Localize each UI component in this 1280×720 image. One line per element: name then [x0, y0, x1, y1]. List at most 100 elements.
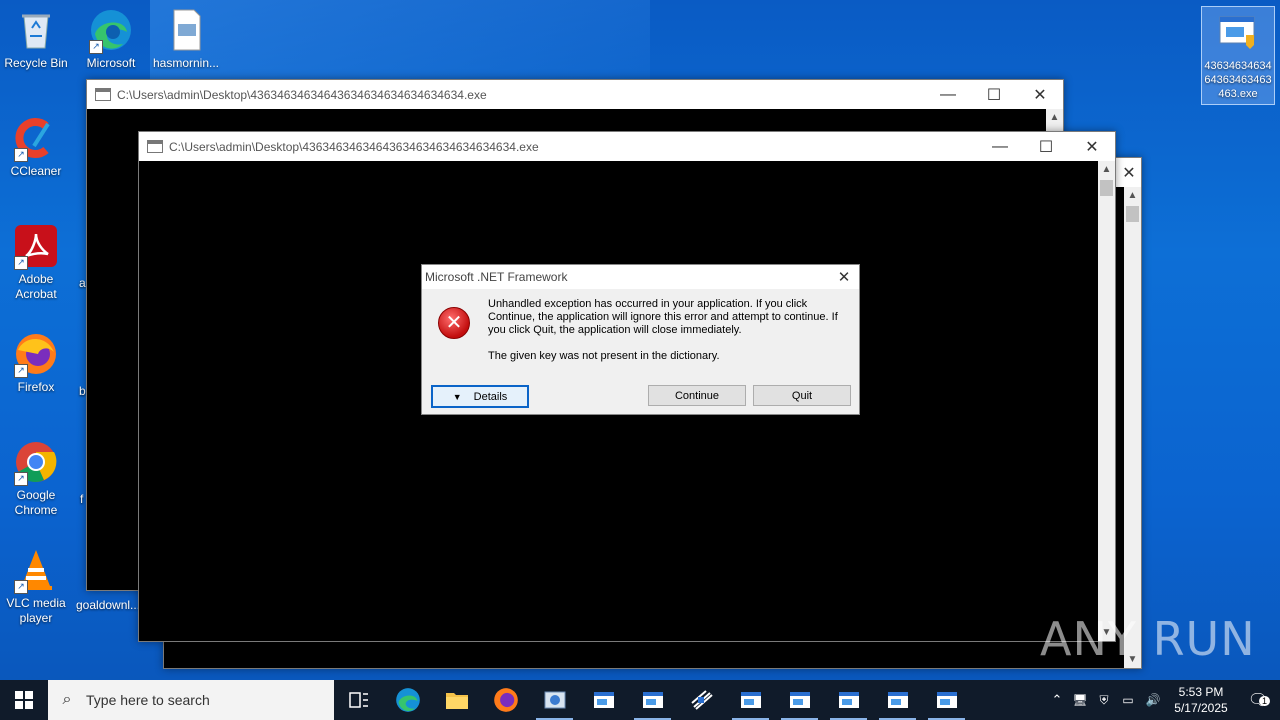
- taskbar-file-explorer[interactable]: [432, 680, 481, 720]
- taskbar-console-6[interactable]: [873, 680, 922, 720]
- shortcut-arrow-icon: ↗: [14, 364, 28, 378]
- details-button[interactable]: ▼ Details: [431, 385, 529, 408]
- dialog-message: Unhandled exception has occurred in your…: [488, 298, 838, 376]
- console-window-icon: [593, 692, 614, 708]
- exception-message: Unhandled exception has occurred in your…: [488, 298, 838, 336]
- shortcut-arrow-icon: ↗: [14, 256, 28, 270]
- vertical-scrollbar[interactable]: ▲ ▼: [1124, 187, 1141, 668]
- vertical-scrollbar[interactable]: ▲ ▼: [1098, 161, 1115, 641]
- file-icon: [164, 8, 208, 52]
- network-monitor-icon[interactable]: 🖥: [1068, 693, 1092, 707]
- taskbar-app-1[interactable]: [530, 680, 579, 720]
- partial-icon-label: b: [79, 384, 86, 398]
- desktop-icon-google-chrome[interactable]: ↗ Google Chrome: [0, 440, 72, 518]
- minimize-icon[interactable]: —: [977, 132, 1023, 161]
- window-titlebar[interactable]: C:\Users\admin\Desktop\43634634634643634…: [87, 80, 1063, 109]
- console-window-icon: [936, 692, 957, 708]
- console-icon: [95, 88, 111, 101]
- partial-icon-label: f: [80, 492, 84, 506]
- taskbar-console-2[interactable]: [628, 680, 677, 720]
- desktop-icon-ccleaner[interactable]: ↗ CCleaner: [0, 116, 72, 179]
- shortcut-arrow-icon: ↗: [14, 148, 28, 162]
- shortcut-arrow-icon: ↗: [89, 40, 103, 54]
- close-icon[interactable]: ✕: [1017, 80, 1063, 109]
- error-icon: ✕: [438, 307, 470, 339]
- taskbar-edge[interactable]: [383, 680, 432, 720]
- system-tray: ⌃ 🖥 ⛨ ▭ 🔊 5:53 PM 5/17/2025 🗨 1: [1046, 680, 1280, 720]
- desktop-icon-firefox[interactable]: ↗ Firefox: [0, 332, 72, 395]
- quit-button[interactable]: Quit: [753, 385, 851, 406]
- taskbar-app-2[interactable]: [677, 680, 726, 720]
- console-icon: [147, 140, 163, 153]
- vlc-icon: ↗: [14, 548, 58, 594]
- taskbar-console-5[interactable]: [824, 680, 873, 720]
- console-window-icon: [887, 692, 908, 708]
- network-icon[interactable]: ▭: [1116, 693, 1140, 707]
- edge-icon: [395, 688, 420, 712]
- start-button[interactable]: [0, 680, 48, 720]
- desktop-icon-exe-file[interactable]: 43634634634 64363463463 463.exe: [1201, 6, 1275, 105]
- recycle-bin-icon: [14, 8, 58, 52]
- security-icon[interactable]: ⛨: [1092, 693, 1116, 708]
- close-icon[interactable]: ✕: [1117, 158, 1141, 187]
- installer-icon: [544, 691, 565, 709]
- exe-file-icon: [1216, 11, 1260, 55]
- notification-count-badge: 1: [1258, 696, 1270, 706]
- taskbar: ⌕ Type here to search ⌃ 🖥 ⛨ ▭ 🔊 5:53 PM …: [0, 680, 1280, 720]
- vertical-scrollbar[interactable]: ▲: [1046, 109, 1063, 131]
- maximize-icon[interactable]: ☐: [1023, 132, 1069, 161]
- taskbar-search-box[interactable]: ⌕ Type here to search: [48, 680, 334, 720]
- clock-time: 5:53 PM: [1178, 685, 1224, 699]
- chrome-icon: ↗: [14, 440, 58, 486]
- desktop-icon-vlc[interactable]: ↗ VLC media player: [0, 548, 72, 626]
- scroll-up-icon[interactable]: ▲: [1124, 187, 1141, 204]
- dialog-titlebar[interactable]: Microsoft .NET Framework ✕: [422, 265, 859, 289]
- exception-detail: The given key was not present in the dic…: [488, 350, 720, 362]
- clock-date: 5/17/2025: [1174, 701, 1228, 715]
- taskbar-console-7[interactable]: [922, 680, 971, 720]
- desktop-icon-adobe-acrobat[interactable]: ↗ Adobe Acrobat: [0, 224, 72, 302]
- chevron-up-icon[interactable]: ⌃: [1046, 692, 1068, 708]
- taskbar-console-4[interactable]: [775, 680, 824, 720]
- network-tool-icon: [690, 690, 713, 710]
- desktop-icon-goaldownl[interactable]: goaldownl...: [76, 598, 140, 613]
- minimize-icon[interactable]: —: [925, 80, 971, 109]
- search-placeholder: Type here to search: [86, 692, 210, 708]
- taskbar-clock[interactable]: 5:53 PM 5/17/2025: [1166, 684, 1236, 716]
- scroll-up-icon[interactable]: ▲: [1046, 109, 1063, 126]
- console-window-icon: [838, 692, 859, 708]
- chevron-down-icon: ▼: [452, 391, 462, 402]
- shortcut-arrow-icon: ↗: [14, 472, 28, 486]
- task-view-icon: [348, 692, 368, 708]
- taskbar-firefox[interactable]: [481, 680, 530, 720]
- maximize-icon[interactable]: ☐: [971, 80, 1017, 109]
- ccleaner-icon: ↗: [14, 116, 58, 162]
- search-icon: ⌕: [62, 691, 72, 708]
- acrobat-icon: ↗: [14, 224, 58, 270]
- console-window-icon: [740, 692, 761, 708]
- console-window-icon: [789, 692, 810, 708]
- notification-center-button[interactable]: 🗨 1: [1236, 690, 1280, 710]
- window-titlebar[interactable]: C:\Users\admin\Desktop\43634634634643634…: [139, 132, 1115, 161]
- continue-button[interactable]: Continue: [648, 385, 746, 406]
- close-icon[interactable]: ✕: [1069, 132, 1115, 161]
- desktop-icon-hasmornin[interactable]: hasmornin...: [150, 8, 222, 71]
- partial-icon-label: a: [79, 276, 86, 290]
- windows-logo-icon: [15, 691, 33, 709]
- desktop-icon-edge[interactable]: ↗ Microsoft Edge: [75, 8, 147, 72]
- firefox-icon: [493, 688, 518, 712]
- task-view-button[interactable]: [334, 680, 383, 720]
- taskbar-console-3[interactable]: [726, 680, 775, 720]
- folder-icon: [445, 693, 468, 709]
- firefox-icon: ↗: [14, 332, 58, 378]
- close-icon[interactable]: ✕: [829, 268, 859, 286]
- scroll-thumb[interactable]: [1126, 206, 1139, 222]
- edge-icon: ↗: [89, 8, 133, 54]
- desktop-icon-recycle-bin[interactable]: Recycle Bin: [0, 8, 72, 71]
- volume-icon[interactable]: 🔊: [1140, 693, 1166, 707]
- error-dialog[interactable]: Microsoft .NET Framework ✕ ✕ Unhandled e…: [421, 264, 860, 415]
- scroll-thumb[interactable]: [1100, 180, 1113, 196]
- taskbar-console-1[interactable]: [579, 680, 628, 720]
- console-window-icon: [642, 692, 663, 708]
- scroll-up-icon[interactable]: ▲: [1098, 161, 1115, 178]
